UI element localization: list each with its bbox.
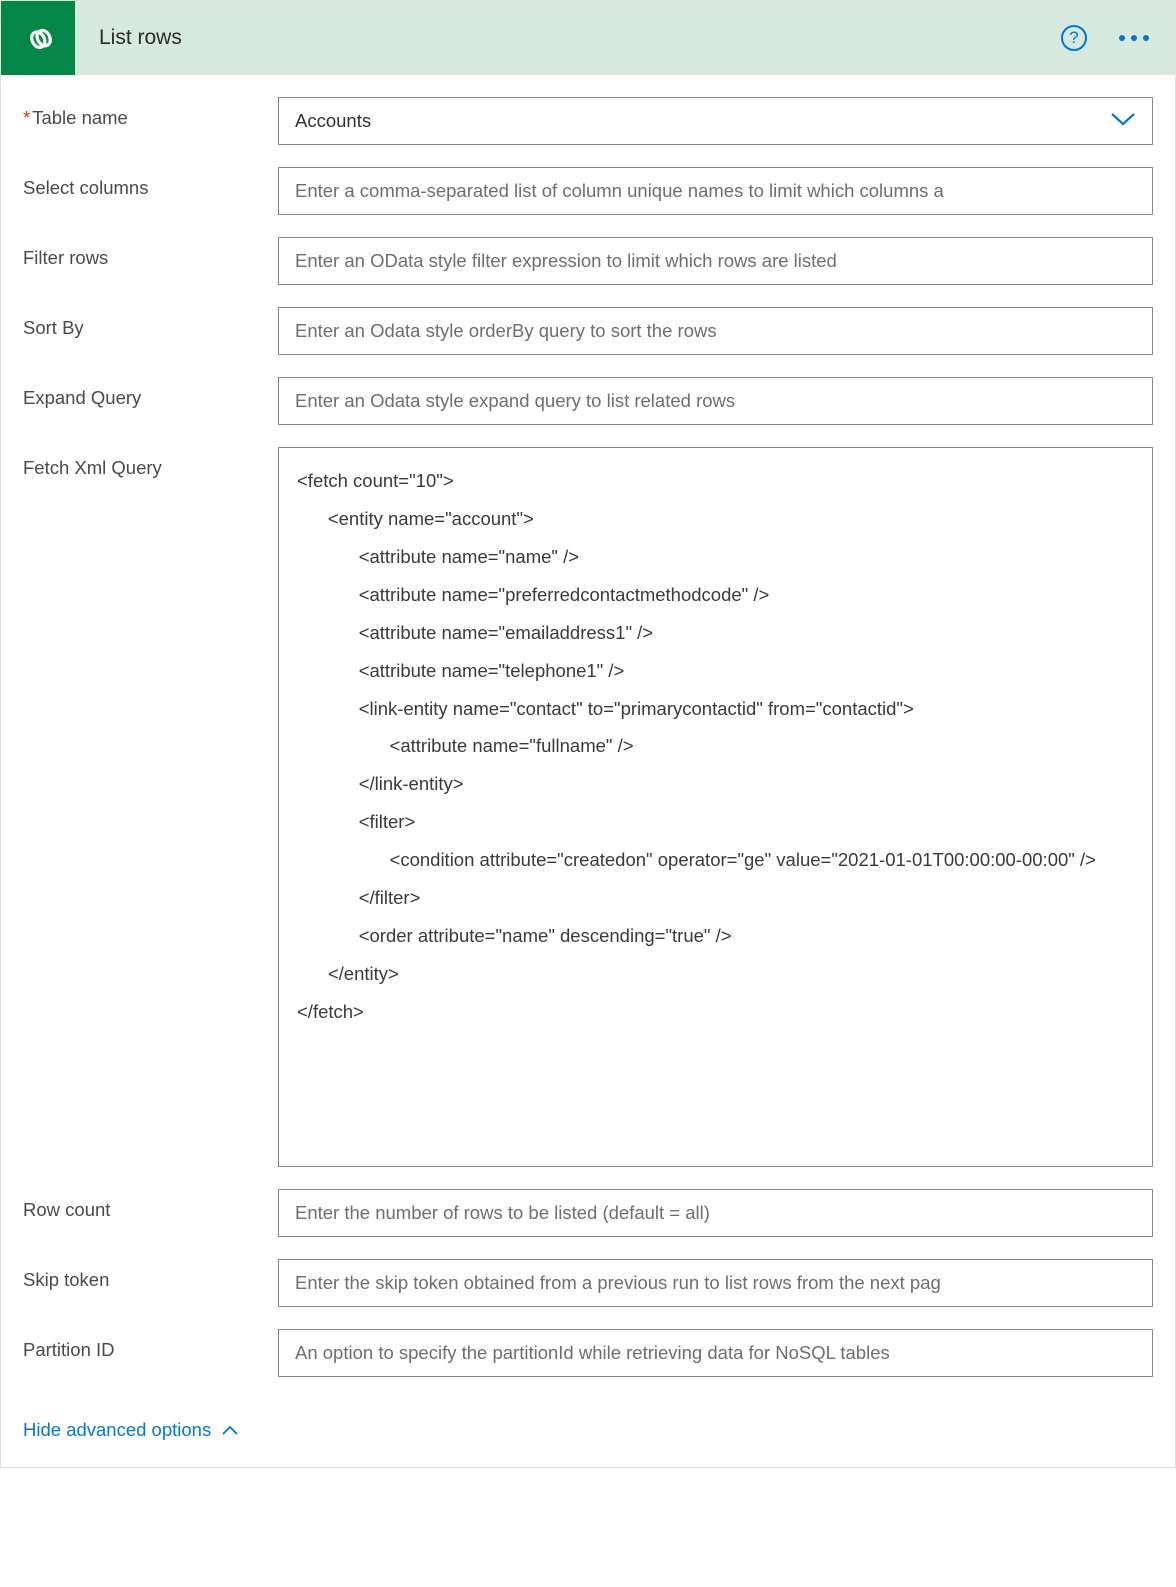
label-fetch-xml: Fetch Xml Query (23, 447, 278, 479)
chevron-down-icon (1110, 108, 1136, 134)
row-row-count: Row count (23, 1189, 1153, 1237)
row-sort-by: Sort By (23, 307, 1153, 355)
label-sort-by: Sort By (23, 307, 278, 339)
label-expand-query: Expand Query (23, 377, 278, 409)
label-row-count: Row count (23, 1189, 278, 1221)
card-header: List rows ? (1, 1, 1175, 75)
filter-rows-input[interactable] (278, 237, 1153, 285)
toggle-label: Hide advanced options (23, 1419, 211, 1441)
row-partition-id: Partition ID (23, 1329, 1153, 1377)
label-partition-id: Partition ID (23, 1329, 278, 1361)
select-columns-input[interactable] (278, 167, 1153, 215)
expand-query-input[interactable] (278, 377, 1153, 425)
row-count-input[interactable] (278, 1189, 1153, 1237)
row-select-columns: Select columns (23, 167, 1153, 215)
header-actions: ? (1061, 25, 1155, 51)
dataverse-icon (1, 1, 75, 75)
skip-token-input[interactable] (278, 1259, 1153, 1307)
card-title: List rows (99, 26, 1061, 50)
label-table-name: *Table name (23, 97, 278, 129)
row-table-name: *Table name Accounts (23, 97, 1153, 145)
row-filter-rows: Filter rows (23, 237, 1153, 285)
row-skip-token: Skip token (23, 1259, 1153, 1307)
label-skip-token: Skip token (23, 1259, 278, 1291)
table-name-select[interactable]: Accounts (278, 97, 1153, 145)
more-icon[interactable] (1113, 35, 1155, 41)
label-select-columns: Select columns (23, 167, 278, 199)
card-body: *Table name Accounts Select columns Filt… (1, 75, 1175, 1467)
chevron-up-icon (221, 1419, 239, 1441)
row-fetch-xml: Fetch Xml Query <fetch count="10"> <enti… (23, 447, 1153, 1167)
list-rows-card: List rows ? *Table name Accounts (0, 0, 1176, 1468)
hide-advanced-options-toggle[interactable]: Hide advanced options (23, 1419, 239, 1441)
fetch-xml-query-input[interactable]: <fetch count="10"> <entity name="account… (278, 447, 1153, 1167)
sort-by-input[interactable] (278, 307, 1153, 355)
row-expand-query: Expand Query (23, 377, 1153, 425)
help-icon[interactable]: ? (1061, 25, 1087, 51)
label-filter-rows: Filter rows (23, 237, 278, 269)
table-name-value: Accounts (295, 108, 371, 134)
partition-id-input[interactable] (278, 1329, 1153, 1377)
